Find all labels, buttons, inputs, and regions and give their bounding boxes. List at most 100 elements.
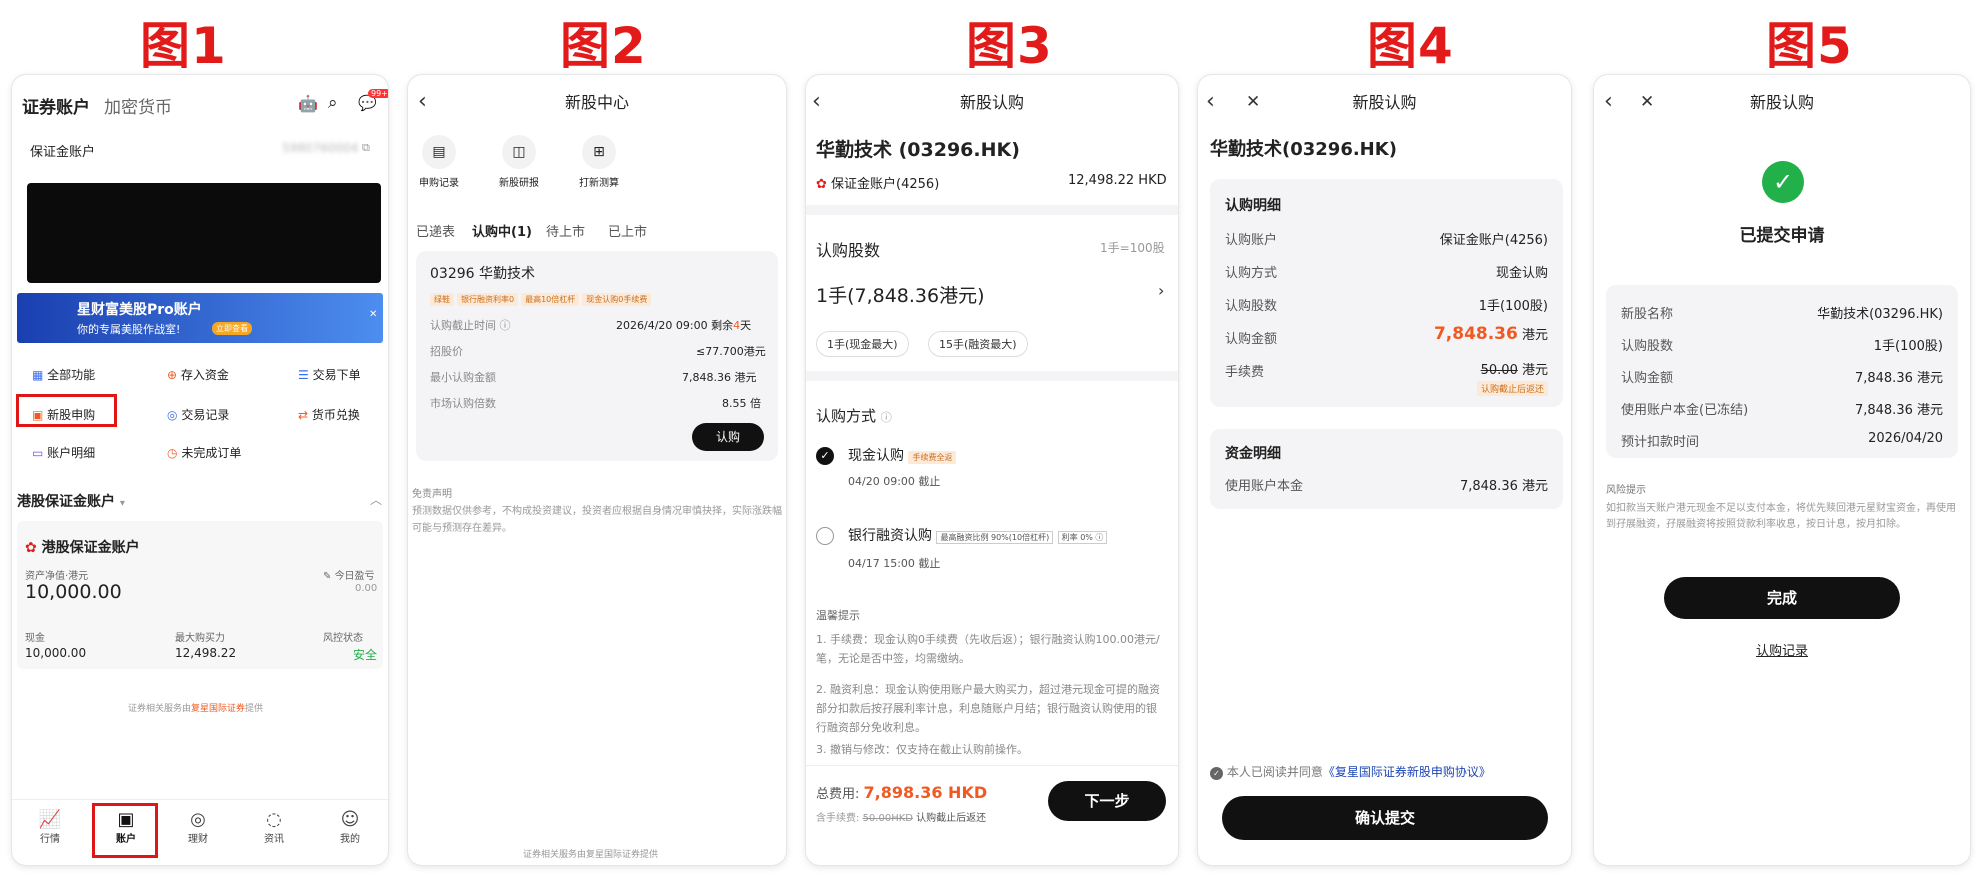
risk-label: 风控状态	[323, 633, 363, 644]
action-ipo-calc[interactable]: ⊞ 打新测算	[576, 135, 622, 189]
chevron-right-icon[interactable]: ›	[1158, 281, 1164, 300]
tab-pending-listing[interactable]: 待上市	[546, 221, 585, 240]
disclaimer-title: 免责声明	[412, 489, 452, 500]
figure-label-1: 图1	[140, 17, 227, 75]
separator	[806, 371, 1178, 381]
chip-finance-max[interactable]: 15手(融资最大)	[928, 331, 1028, 357]
separator	[806, 205, 1178, 215]
tab-securities[interactable]: 证券账户	[22, 93, 90, 118]
deposit-icon: ⊕	[167, 368, 178, 382]
chip-cash-max[interactable]: 1手(现金最大)	[816, 331, 909, 357]
screen-account: 证券账户 加密货币 🤖 ⌕ 💬 99+ 保证金账户 5980760004 ⧉ 星…	[12, 75, 388, 865]
confirm-submit-button[interactable]: 确认提交	[1222, 796, 1548, 840]
action-subscription-record[interactable]: ▤ 申购记录	[416, 135, 462, 189]
account-selector[interactable]: ✿ 保证金账户(4256)	[816, 173, 939, 192]
account-number: 5980760004	[282, 141, 359, 155]
shares-value[interactable]: 1手(7,848.36港元)	[816, 281, 985, 308]
row-value: 1手(100股)	[1478, 299, 1548, 314]
method-label: 认购方式 ⓘ	[816, 407, 892, 425]
search-icon[interactable]: ⌕	[328, 93, 338, 113]
figure-label-3: 图3	[966, 17, 1053, 75]
amount-label: 认购金额	[1225, 332, 1278, 347]
card-title: ✿ 港股保证金账户	[25, 540, 140, 556]
tab-crypto[interactable]: 加密货币	[104, 93, 172, 118]
finance-deadline: 04/17 15:00 截止	[848, 557, 941, 570]
fund-label: 使用账户本金	[1225, 479, 1304, 494]
multiple-label: 市场认购倍数	[430, 397, 496, 410]
screen-submitted: ‹ ✕ 新股认购 ✓ 已提交申请 新股名称 华勤技术(03296.HK) 认购股…	[1594, 75, 1970, 865]
collapse-icon[interactable]: ︿	[370, 491, 382, 508]
nav-label: 资产净值·港元	[25, 571, 89, 582]
grid-exchange[interactable]: ⇄ 货币兑换	[298, 406, 360, 423]
amount-value: 7,848.36 港元	[1433, 324, 1548, 344]
detail-title: 认购明细	[1225, 198, 1281, 214]
nav-me[interactable]: ☺ 我的	[330, 809, 370, 845]
fund-value: 7,848.36 港元	[1459, 479, 1548, 494]
stock-title: 华勤技术(03296.HK)	[1210, 139, 1397, 160]
cash-option[interactable]: 现金认购 手续费全返	[848, 445, 959, 465]
page-title: 新股认购	[959, 93, 1024, 112]
done-button[interactable]: 完成	[1664, 577, 1900, 619]
grid-deposit[interactable]: ⊕ 存入资金	[167, 366, 229, 383]
page-title: 新股认购	[1749, 93, 1814, 112]
nav-wealth[interactable]: ◎ 理财	[178, 809, 218, 845]
nav-market[interactable]: 📈 行情	[30, 809, 70, 845]
status-title: 已提交申请	[1739, 226, 1825, 246]
subscription-record-link[interactable]: 认购记录	[1594, 640, 1970, 659]
finance-option[interactable]: 银行融资认购 最高融资比例 90%(10倍杠杆) 利率 0% ⓘ	[848, 525, 1108, 545]
next-button[interactable]: 下一步	[1048, 781, 1166, 821]
message-badge: 99+	[368, 89, 388, 98]
row-label: 认购账户	[1225, 233, 1278, 248]
banner-close-icon[interactable]: ✕	[369, 309, 377, 320]
tip-1: 1. 手续费：现金认购0手续费（先收后返）；银行融资认购100.00港元/笔，无…	[816, 633, 1160, 665]
grid-records[interactable]: ◎ 交易记录	[167, 406, 229, 423]
ipo-card[interactable]: 03296 华勤技术 绿鞋 银行融资利率0 最高10倍杠杆 现金认购0手续费 认购截止…	[416, 251, 778, 461]
hk-margin-card[interactable]: ✿ 港股保证金账户 资产净值·港元 10,000.00 ✎ 今日盈亏 0.00 …	[17, 521, 383, 669]
tab-listed[interactable]: 已上市	[608, 221, 647, 240]
section-hk-margin[interactable]: 港股保证金账户 ▾	[17, 491, 125, 511]
action-ipo-research[interactable]: ◫ 新股研报	[496, 135, 542, 189]
tip-2: 2. 融资利息：现金认购使用账户最大购买力，超过港元现金可提的融资部分扣款后按孖…	[816, 683, 1160, 734]
robot-icon[interactable]: 🤖	[298, 94, 318, 113]
copy-icon[interactable]: ⧉	[362, 141, 370, 155]
info-icon: ⓘ	[880, 411, 892, 424]
promo-banner[interactable]: 星财富美股Pro账户 你的专属美股作战室! 立即查看 ✕	[17, 293, 383, 343]
grid-pending-orders[interactable]: ◷ 未完成订单	[167, 444, 241, 461]
fee-refund-tag: 认购截止后返还	[1476, 381, 1548, 396]
fund-title: 资金明细	[1225, 446, 1281, 462]
multiple-value: 8.55 倍	[722, 397, 761, 410]
info-icon: ⓘ	[499, 319, 511, 332]
screen-subscribe: ‹ 新股认购 华勤技术 (03296.HK) ✿ 保证金账户(4256) 12,…	[806, 75, 1178, 865]
fee-label: 手续费	[1225, 365, 1265, 380]
trade-icon: ☰	[298, 368, 309, 382]
nav-news[interactable]: ◌ 资讯	[254, 809, 294, 845]
figure-label-5: 图5	[1766, 17, 1853, 75]
fee-value: 50.00 港元	[1480, 363, 1548, 378]
page-title: 新股中心	[564, 93, 629, 112]
banner-title: 星财富美股Pro账户	[77, 302, 202, 318]
grid-trade[interactable]: ☰ 交易下单	[298, 366, 361, 383]
clock-icon: ◷	[167, 446, 178, 460]
screen-ipo-center: ‹ 新股中心 ▤ 申购记录 ◫ 新股研报 ⊞ 打新测算 已递表 认购中(1) 待上市 …	[408, 75, 786, 865]
price-value: ≤77.700港元	[696, 345, 766, 358]
exchange-icon: ⇄	[298, 408, 309, 422]
agreement-link: 《复星国际证券新股申购协议》	[1322, 765, 1491, 779]
subscribe-button[interactable]: 认购	[692, 423, 764, 451]
tab-subscribing[interactable]: 认购中(1)	[472, 221, 532, 240]
nav-value: 10,000.00	[25, 581, 122, 603]
banner-button[interactable]: 立即查看	[212, 322, 252, 335]
success-check-icon: ✓	[1762, 161, 1804, 203]
power-label: 最大购买力	[175, 633, 225, 644]
min-amount-value: 7,848.36 港元	[682, 371, 757, 384]
tab-filed[interactable]: 已递表	[416, 221, 455, 240]
shares-label: 认购股数	[816, 241, 881, 260]
grid-account-detail[interactable]: ▭ 账户明细	[32, 444, 95, 461]
radio-cash-checked[interactable]: ✓	[816, 447, 834, 465]
radio-finance[interactable]	[816, 527, 834, 545]
row-label: 认购股数	[1225, 299, 1278, 314]
hk-flag-icon: ✿	[816, 177, 827, 192]
tips-title: 温馨提示	[816, 609, 860, 622]
pnl-value: 0.00	[355, 583, 378, 594]
agreement-row[interactable]: ✓ 本人已阅读并同意《复星国际证券新股申购协议》	[1210, 763, 1491, 780]
grid-all-functions[interactable]: ▦ 全部功能	[32, 366, 95, 383]
